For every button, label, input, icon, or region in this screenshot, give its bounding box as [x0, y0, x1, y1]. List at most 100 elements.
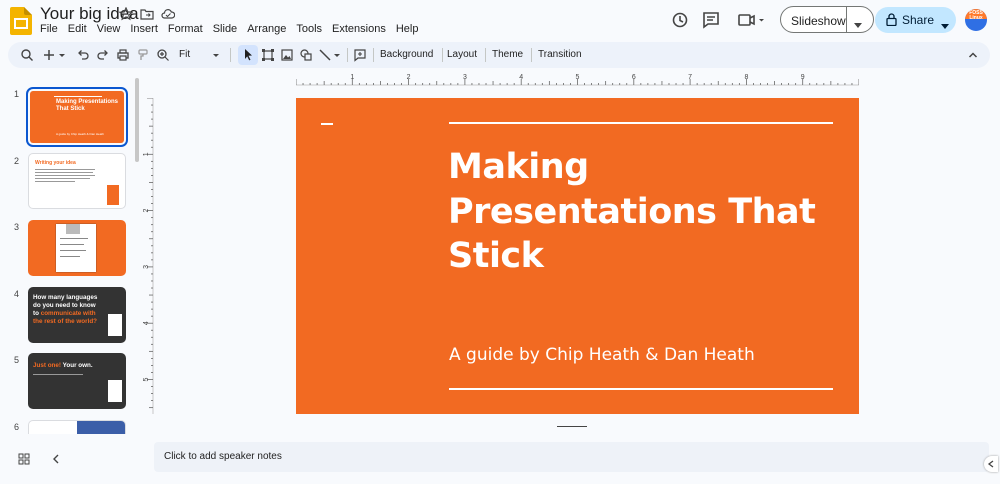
select-frame-icon[interactable] — [261, 48, 275, 62]
thumbnail-title: Writing your idea — [35, 160, 76, 166]
menu-help[interactable]: Help — [396, 23, 419, 37]
menu-arrange[interactable]: Arrange — [247, 23, 286, 37]
thumbnail-text-line — [35, 181, 75, 182]
ruler-label: 9 — [801, 74, 805, 81]
menu-format[interactable]: Format — [168, 23, 203, 37]
thumbnail-text-line — [60, 244, 84, 245]
lock-icon — [886, 13, 897, 29]
slide-thumbnail-3[interactable] — [28, 220, 126, 276]
comments-icon[interactable] — [700, 9, 722, 31]
ruler-label: 7 — [688, 74, 692, 81]
slide-title[interactable]: Making Presentations That Stick — [448, 145, 848, 279]
menu-slide[interactable]: Slide — [213, 23, 237, 37]
thumbnail-text-line — [35, 175, 95, 176]
star-icon[interactable] — [118, 6, 134, 21]
ruler-label: 1 — [350, 74, 354, 81]
undo-icon[interactable] — [76, 48, 90, 62]
shape-icon[interactable] — [299, 48, 313, 62]
redo-icon[interactable] — [96, 48, 110, 62]
grid-view-icon[interactable] — [18, 452, 30, 465]
menu-insert[interactable]: Insert — [130, 23, 158, 37]
move-folder-icon[interactable] — [140, 7, 154, 21]
slide-number: 3 — [14, 222, 20, 232]
thumbnail-canvas: Making Presentations That Stick A guide … — [30, 91, 124, 143]
line-chevron-icon[interactable] — [333, 48, 341, 62]
layout-button[interactable]: Layout — [447, 49, 477, 60]
slide-thumbnail-6[interactable] — [28, 420, 126, 434]
cloud-saved-icon[interactable] — [161, 7, 176, 21]
toolbar-divider — [347, 48, 348, 62]
thumbnail-text-line — [33, 374, 83, 375]
collapse-toolbar-icon[interactable] — [966, 48, 980, 62]
speaker-notes[interactable]: Click to add speaker notes — [154, 442, 989, 472]
ruler-label: 8 — [744, 74, 748, 81]
print-icon[interactable] — [116, 48, 130, 62]
toolbar-divider — [373, 48, 374, 62]
menu-extensions[interactable]: Extensions — [332, 23, 386, 37]
zoom-chevron-icon[interactable] — [212, 48, 220, 62]
thumbnail-text-line — [35, 178, 90, 179]
menu-tools[interactable]: Tools — [296, 23, 322, 37]
toolbar-divider — [442, 48, 443, 62]
slideshow-divider — [846, 7, 847, 32]
filmstrip: 1 Making Presentations That Stick A guid… — [0, 74, 150, 434]
meet-camera-icon[interactable] — [736, 9, 768, 31]
theme-button[interactable]: Theme — [492, 49, 523, 60]
ruler-label: 3 — [143, 265, 150, 269]
transition-button[interactable]: Transition — [538, 49, 582, 60]
menu-edit[interactable]: Edit — [68, 23, 87, 37]
slideshow-button[interactable]: Slideshow — [780, 6, 874, 33]
slideshow-options-chevron-icon[interactable] — [854, 17, 862, 31]
background-button[interactable]: Background — [380, 49, 433, 60]
document-image — [66, 224, 80, 234]
thumbnail-title: How many languages do you need to know t… — [33, 294, 98, 325]
search-menus-icon[interactable] — [20, 48, 34, 62]
insert-image-icon[interactable] — [280, 48, 294, 62]
zoom-icon[interactable] — [156, 48, 170, 62]
version-history-icon[interactable] — [669, 9, 691, 31]
slides-logo-icon[interactable] — [10, 7, 32, 35]
slide-number: 4 — [14, 289, 20, 299]
expand-side-panel-icon[interactable] — [984, 456, 998, 472]
slide-subtitle[interactable]: A guide by Chip Heath & Dan Heath — [449, 345, 755, 365]
menu-file[interactable]: File — [40, 23, 58, 37]
add-comment-icon[interactable] — [353, 48, 367, 62]
thumbnail-text-line — [35, 169, 95, 170]
thumbnail-image — [77, 421, 125, 434]
avatar[interactable]: FOSS Linux — [965, 9, 987, 31]
book-image — [107, 185, 119, 205]
new-slide-icon[interactable] — [42, 48, 56, 62]
slide-number: 6 — [14, 422, 20, 432]
filmstrip-scrollbar[interactable] — [135, 78, 139, 162]
horizontal-ruler[interactable]: 1 2 3 4 5 6 7 8 9 — [296, 73, 859, 89]
collapse-filmstrip-icon[interactable] — [50, 452, 62, 464]
thumbnail-document — [108, 380, 122, 402]
slide-number: 5 — [14, 355, 20, 365]
slide-bottom-line — [449, 388, 833, 390]
select-tool-button[interactable] — [238, 45, 258, 65]
slide-top-line — [449, 122, 833, 124]
slide-canvas[interactable]: Making Presentations That Stick A guide … — [296, 98, 859, 414]
ruler-label: 5 — [143, 377, 150, 381]
speaker-notes-placeholder: Click to add speaker notes — [164, 451, 282, 462]
notes-resize-handle[interactable] — [557, 426, 587, 427]
share-button[interactable]: Share — [875, 7, 956, 33]
slide-thumbnail-1[interactable]: Making Presentations That Stick A guide … — [26, 87, 128, 147]
ruler-label: 5 — [576, 74, 580, 81]
thumbnail-line — [54, 96, 102, 97]
slide-thumbnail-2[interactable]: Writing your idea — [28, 153, 126, 209]
slide-thumbnail-4[interactable]: How many languages do you need to know t… — [28, 287, 126, 343]
share-label: Share — [902, 13, 935, 27]
zoom-value[interactable]: Fit — [179, 49, 190, 60]
toolbar-divider — [230, 48, 231, 62]
share-options-chevron-icon[interactable] — [941, 18, 949, 32]
paint-format-icon[interactable] — [136, 48, 150, 62]
thumbnail-text-line — [60, 238, 88, 239]
vertical-ruler[interactable]: 1 2 3 4 5 — [142, 98, 156, 414]
avatar-label: FOSS Linux — [965, 9, 987, 21]
menu-view[interactable]: View — [97, 23, 121, 37]
line-icon[interactable] — [318, 48, 332, 62]
slide-thumbnail-5[interactable]: Just one! Your own. — [28, 353, 126, 409]
ruler-label: 6 — [632, 74, 636, 81]
new-slide-chevron-icon[interactable] — [58, 48, 66, 62]
